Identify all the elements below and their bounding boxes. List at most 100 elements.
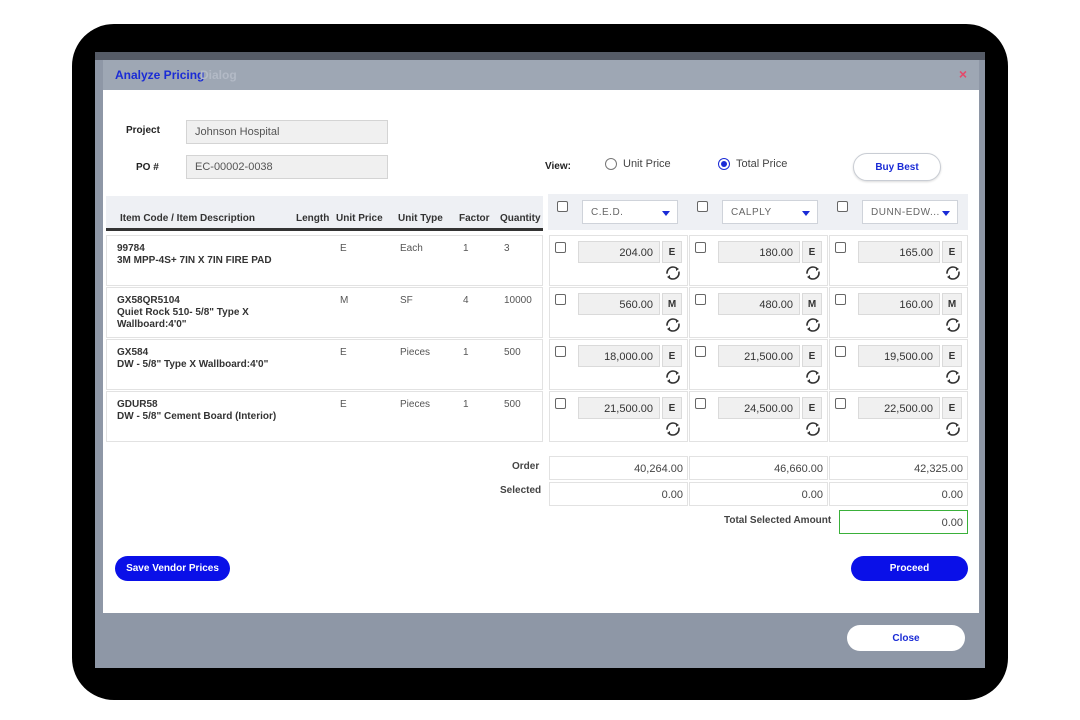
checkbox[interactable] [695,346,706,357]
price-input[interactable]: 22,500.00 [858,397,940,419]
checkbox[interactable] [837,201,848,212]
vendor-select-all-3[interactable] [837,199,848,217]
price-input[interactable]: 480.00 [718,293,800,315]
refresh-icon[interactable] [805,421,821,437]
unit-code[interactable]: E [662,345,682,367]
refresh-icon[interactable] [665,317,681,333]
view-option-total-price[interactable]: Total Price [718,158,787,170]
vendor-dropdown-3[interactable]: DUNN-EDW... [862,200,958,224]
table-row: GX584 DW - 5/8" Type X Wallboard:4'0" E … [106,339,543,390]
refresh-icon[interactable] [945,369,961,385]
price-input[interactable]: 204.00 [578,241,660,263]
refresh-icon[interactable] [665,369,681,385]
po-field[interactable]: EC-00002-0038 [186,155,388,179]
checkbox[interactable] [835,346,846,357]
unit-code[interactable]: E [802,345,822,367]
vendor-price-cell: 18,000.00 E [549,339,688,390]
chevron-down-icon [802,211,810,216]
selected-label: Selected [500,485,542,496]
vendor-price-cell: 204.00 E [549,235,688,286]
checkbox[interactable] [555,398,566,409]
view-option-label: Total Price [736,158,788,170]
price-input[interactable]: 24,500.00 [718,397,800,419]
vendor-price-cell: 480.00 M [689,287,828,338]
item-description: DW - 5/8" Cement Board (Interior) [117,411,277,422]
view-option-label: Unit Price [623,158,671,170]
chevron-down-icon [662,211,670,216]
item-code: 99784 [117,243,145,254]
refresh-icon[interactable] [805,369,821,385]
price-input[interactable]: 160.00 [858,293,940,315]
refresh-icon[interactable] [945,265,961,281]
vendor-select-all-2[interactable] [697,199,708,217]
unit-code[interactable]: M [662,293,682,315]
checkbox[interactable] [695,242,706,253]
price-input[interactable]: 18,000.00 [578,345,660,367]
checkbox[interactable] [557,201,568,212]
vendor-price-cell: 21,500.00 E [549,391,688,442]
unit-code[interactable]: E [662,397,682,419]
modal-title-ghost: Dialog [200,68,237,82]
checkbox[interactable] [555,346,566,357]
items-table-header: Item Code / Item Description Length Unit… [106,196,543,231]
view-option-unit-price[interactable]: Unit Price [605,158,671,170]
header-quantity: Quantity [500,213,541,224]
checkbox[interactable] [695,294,706,305]
unit-code[interactable]: M [942,293,962,315]
checkbox[interactable] [695,398,706,409]
vendor-dropdown-2[interactable]: CALPLY [722,200,818,224]
factor-cell: 1 [463,399,469,410]
price-input[interactable]: 21,500.00 [578,397,660,419]
vendor-name: DUNN-EDW... [871,207,940,218]
refresh-icon[interactable] [665,265,681,281]
price-input[interactable]: 180.00 [718,241,800,263]
unit-code[interactable]: E [802,241,822,263]
checkbox[interactable] [835,398,846,409]
table-row: GDUR58 DW - 5/8" Cement Board (Interior)… [106,391,543,442]
checkbox[interactable] [555,242,566,253]
checkbox[interactable] [835,242,846,253]
vendor-price-cell: 560.00 M [549,287,688,338]
buy-best-button[interactable]: Buy Best [853,153,941,181]
refresh-icon[interactable] [945,317,961,333]
chevron-down-icon [942,211,950,216]
unit-type-cell: SF [400,295,413,306]
unit-code[interactable]: E [662,241,682,263]
unit-code[interactable]: E [942,241,962,263]
refresh-icon[interactable] [805,265,821,281]
close-icon[interactable]: × [959,66,967,82]
price-input[interactable]: 165.00 [858,241,940,263]
refresh-icon[interactable] [945,421,961,437]
vendor-dropdown-1[interactable]: C.E.D. [582,200,678,224]
header-unit-price: Unit Price [336,213,383,224]
refresh-icon[interactable] [665,421,681,437]
refresh-icon[interactable] [805,317,821,333]
vendor-price-cell: 160.00 M [829,287,968,338]
proceed-button[interactable]: Proceed [851,556,968,581]
unit-code[interactable]: M [802,293,822,315]
radio-total-price[interactable] [718,158,730,170]
vendor-select-all-1[interactable] [557,199,568,217]
checkbox[interactable] [835,294,846,305]
price-input[interactable]: 560.00 [578,293,660,315]
screen-top-strip [95,52,985,60]
price-input[interactable]: 19,500.00 [858,345,940,367]
price-input[interactable]: 21,500.00 [718,345,800,367]
table-row: GX58QR5104 Quiet Rock 510- 5/8" Type X W… [106,287,543,338]
po-label: PO # [136,162,159,173]
quantity-cell: 10000 [504,295,532,306]
save-vendor-prices-button[interactable]: Save Vendor Prices [115,556,230,581]
item-description: DW - 5/8" Type X Wallboard:4'0" [117,359,269,370]
checkbox[interactable] [555,294,566,305]
total-selected-label: Total Selected Amount [724,515,832,526]
unit-code[interactable]: E [942,397,962,419]
project-field[interactable]: Johnson Hospital [186,120,388,144]
unit-code[interactable]: E [942,345,962,367]
order-total-vendor-1: 40,264.00 [549,456,688,480]
item-code: GX584 [117,347,149,358]
radio-unit-price[interactable] [605,158,617,170]
checkbox[interactable] [697,201,708,212]
unit-code[interactable]: E [802,397,822,419]
vendor-price-cell: 22,500.00 E [829,391,968,442]
close-button[interactable]: Close [847,625,965,651]
